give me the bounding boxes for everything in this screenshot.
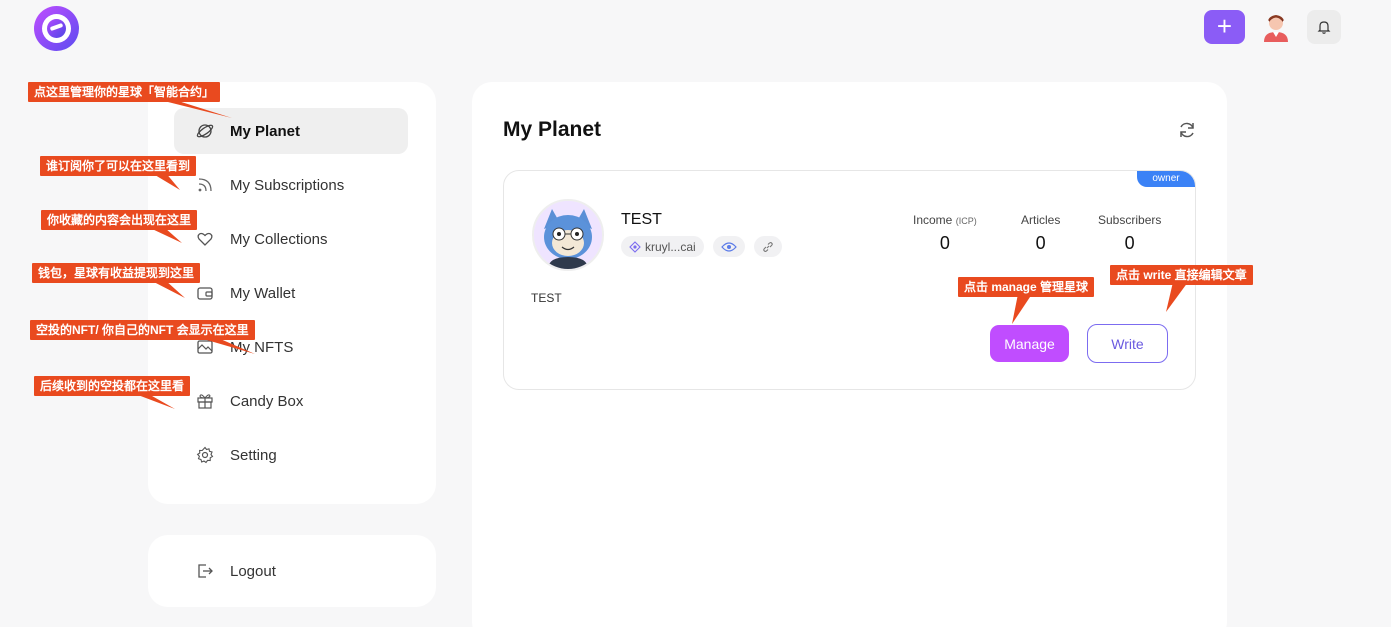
logo-core — [47, 19, 66, 38]
stat-subscribers-label: Subscribers — [1098, 213, 1162, 227]
logout-panel: Logout — [148, 535, 436, 607]
nft-icon — [196, 338, 214, 356]
logo-ring — [42, 14, 71, 43]
address-text: kruyl...cai — [645, 239, 696, 254]
gear-icon — [196, 446, 214, 464]
logout-button[interactable]: Logout — [174, 548, 408, 594]
planet-icon — [196, 122, 214, 140]
annotation-wallet: 钱包，星球有收益提现到这里 — [32, 263, 201, 283]
annotation-candy-box: 后续收到的空投都在这里看 — [34, 376, 191, 396]
target-icon — [629, 240, 641, 253]
planet-name: TEST — [621, 211, 662, 228]
sidebar-item-label: Setting — [230, 446, 277, 464]
address-chip[interactable]: kruyl...cai — [621, 236, 704, 257]
stat-income: Income (ICP) 0 — [913, 213, 977, 254]
sidebar-item-label: My Planet — [230, 122, 301, 140]
sidebar-item-my-collections[interactable]: My Collections — [174, 216, 408, 262]
logout-icon — [196, 562, 214, 580]
stat-articles: Articles 0 — [1021, 213, 1060, 254]
sidebar-item-my-planet[interactable]: My Planet — [174, 108, 408, 154]
link-chip[interactable] — [753, 236, 782, 257]
sidebar-item-my-wallet[interactable]: My Wallet — [174, 270, 408, 316]
stat-income-value: 0 — [939, 233, 950, 253]
stat-articles-label: Articles — [1021, 213, 1061, 227]
wallet-icon — [196, 284, 214, 302]
planet-chips: kruyl...cai — [621, 236, 782, 257]
user-avatar[interactable] — [1259, 10, 1293, 44]
top-actions: + — [1204, 10, 1341, 44]
cat-avatar-image — [534, 201, 602, 269]
gift-icon — [196, 392, 214, 410]
write-button[interactable]: Write — [1087, 324, 1168, 363]
sidebar-item-label: Candy Box — [230, 392, 304, 410]
heart-icon — [196, 230, 214, 248]
notifications-button[interactable] — [1307, 10, 1341, 44]
sidebar-item-setting[interactable]: Setting — [174, 432, 408, 478]
sidebar-item-label: My Subscriptions — [230, 176, 345, 194]
sidebar-item-label: My Wallet — [230, 284, 296, 302]
owner-badge: owner — [1137, 171, 1195, 187]
sidebar-item-candy-box[interactable]: Candy Box — [174, 378, 408, 424]
planet-description: TEST — [531, 291, 562, 305]
view-chip[interactable] — [712, 236, 745, 257]
annotation-write: 点击 write 直接编辑文章 — [1110, 265, 1253, 285]
stat-subscribers: Subscribers 0 — [1098, 213, 1161, 254]
annotation-collections: 你收藏的内容会出现在这里 — [41, 210, 198, 230]
sidebar-item-label: My Collections — [230, 230, 328, 248]
annotation-my-planet: 点这里管理你的星球「智能合约」 — [28, 82, 221, 102]
app-logo[interactable] — [34, 6, 79, 51]
stat-subscribers-value: 0 — [1124, 233, 1135, 253]
annotation-nfts: 空投的NFT/ 你自己的NFT 会显示在这里 — [30, 320, 255, 340]
user-avatar-icon — [1264, 15, 1288, 42]
page-title: My Planet — [503, 118, 602, 141]
manage-button[interactable]: Manage — [990, 325, 1069, 362]
annotation-manage: 点击 manage 管理星球 — [958, 277, 1095, 297]
refresh-icon[interactable] — [1177, 120, 1197, 140]
main-panel: My Planet owner TEST kruyl...cai Income … — [472, 82, 1227, 627]
create-button[interactable]: + — [1204, 10, 1245, 44]
stat-articles-value: 0 — [1035, 233, 1046, 253]
sidebar-item-label: My NFTS — [230, 338, 294, 356]
sidebar-item-my-subscriptions[interactable]: My Subscriptions — [174, 162, 408, 208]
annotation-subscriptions: 谁订阅你了可以在这里看到 — [40, 156, 197, 176]
link-icon — [762, 241, 774, 253]
planet-avatar[interactable] — [532, 199, 604, 271]
stat-income-label: Income (ICP) — [913, 213, 977, 227]
rss-icon — [196, 176, 214, 194]
sidebar-nav: My Planet My Subscriptions My Collection… — [148, 82, 436, 504]
bell-icon — [1317, 21, 1331, 34]
eye-icon — [720, 241, 737, 253]
logout-label: Logout — [230, 562, 276, 580]
